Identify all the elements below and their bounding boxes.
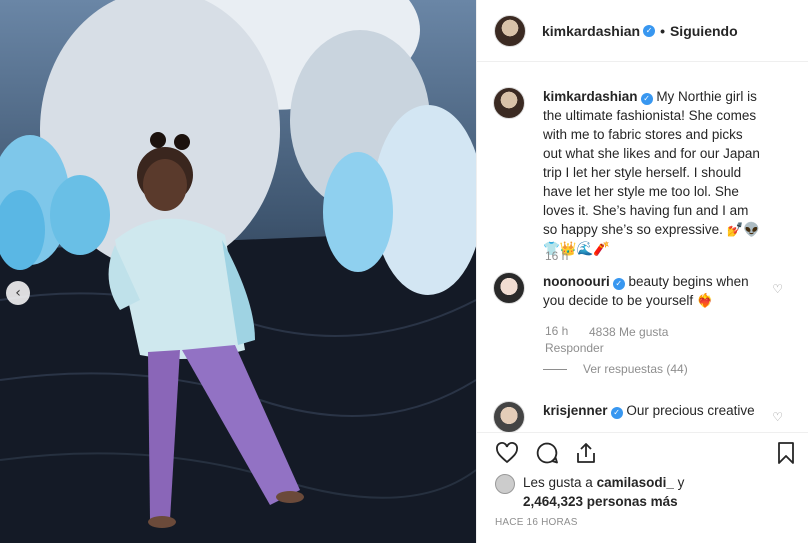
comment-icon[interactable] [535,441,559,465]
verified-badge-icon: ✓ [640,93,653,105]
divider [543,368,567,370]
caption-row: kimkardashian ✓ My Northie girl is the ul… [493,87,793,258]
avatar[interactable] [493,87,525,119]
header-user: kimkardashian ✓ • Siguiendo [542,23,738,39]
chevron-left-icon[interactable]: ‹ [6,281,30,305]
post-photo[interactable]: ‹ [0,0,476,543]
author-username[interactable]: kimkardashian [542,23,640,39]
comment-likes[interactable]: 4838 Me gusta [589,325,668,339]
comment-text-block: noonoouri ✓ beauty begins when you decide… [543,272,765,310]
post-sidebar: kimkardashian ✓ • Siguiendo kimkardashia… [476,0,808,543]
caption-text-block: kimkardashian ✓ My Northie girl is the ul… [543,87,765,258]
likes-joiner: y [677,475,685,490]
share-icon[interactable] [574,441,598,465]
comment-text: Our precious creative [626,403,755,418]
verified-badge-icon: ✓ [610,407,623,419]
bookmark-icon[interactable] [774,441,798,465]
likes-user[interactable]: camilasodi_ [597,475,674,490]
comment-row: krisjenner ✓ Our precious creative [493,401,793,432]
caption-time[interactable]: 16 h [545,249,568,263]
comment-like-heart-icon[interactable]: ♡ [772,410,783,424]
post-timestamp[interactable]: HACE 16 HORAS [495,517,578,528]
reply-button[interactable]: Responder [545,341,604,355]
heart-icon[interactable] [495,441,519,465]
likes-text: Les gusta a camilasodi_ y 2,464,323 pers… [523,473,684,511]
comment-like-heart-icon[interactable]: ♡ [772,282,783,296]
photo-illustration [0,0,476,543]
comment-row: noonoouri ✓ beauty begins when you decide… [493,272,793,310]
comments-section: kimkardashian ✓ My Northie girl is the ul… [477,62,808,432]
likes-prefix: Les gusta a [523,475,593,490]
view-replies-label: Ver respuestas (44) [583,362,688,376]
caption-text: My Northie girl is the ultimate fashioni… [543,89,761,256]
separator: • [660,22,665,39]
avatar[interactable] [493,272,525,304]
avatar[interactable] [495,474,515,494]
verified-badge-icon: ✓ [643,24,656,37]
comment-time[interactable]: 16 h [545,324,568,338]
likes-summary[interactable]: Les gusta a camilasodi_ y 2,464,323 pers… [495,473,684,511]
comment-text-block: krisjenner ✓ Our precious creative [543,401,765,432]
verified-badge-icon: ✓ [612,278,625,290]
likes-count[interactable]: 2,464,323 personas más [523,494,678,509]
caption-username[interactable]: kimkardashian [543,89,638,104]
avatar[interactable] [493,401,525,432]
following-button[interactable]: Siguiendo [670,23,738,39]
action-bar: Les gusta a camilasodi_ y 2,464,323 pers… [477,432,808,543]
comment-username[interactable]: noonoouri [543,274,610,289]
avatar[interactable] [494,14,526,47]
view-replies-button[interactable]: Ver respuestas (44) [543,362,688,376]
post-header: kimkardashian ✓ • Siguiendo [477,0,808,62]
comment-username[interactable]: krisjenner [543,403,608,418]
